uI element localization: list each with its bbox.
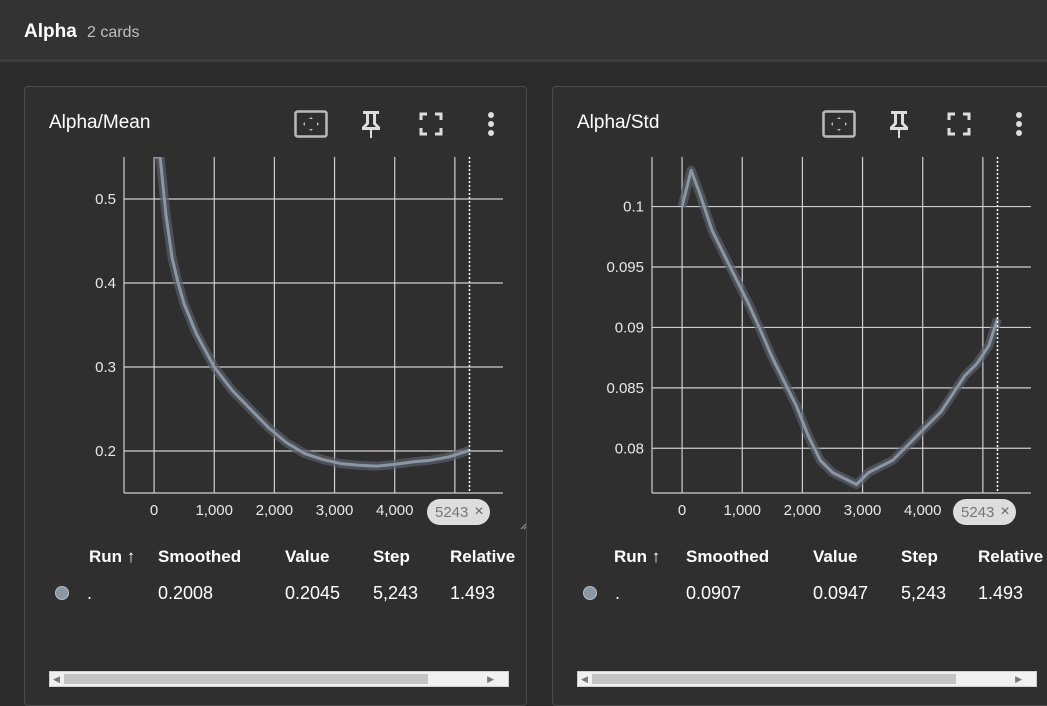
pin-icon bbox=[890, 111, 908, 138]
fit-domain-button[interactable] bbox=[294, 107, 328, 141]
pin-button[interactable] bbox=[882, 107, 916, 141]
fullscreen-icon bbox=[419, 112, 443, 136]
x-tick-label: 4,000 bbox=[376, 502, 414, 519]
scroll-left-icon[interactable]: ◀ bbox=[581, 672, 588, 686]
x-tick-label: 3,000 bbox=[316, 502, 354, 519]
scroll-right-icon[interactable]: ▶ bbox=[487, 672, 494, 686]
column-header-relative[interactable]: Relative bbox=[978, 547, 1043, 567]
column-header-step[interactable]: Step bbox=[373, 547, 410, 567]
data-table-header: Run ↑ Smoothed Value Step Relative bbox=[25, 547, 526, 569]
column-header-run[interactable]: Run ↑ bbox=[89, 547, 135, 567]
column-header-smoothed[interactable]: Smoothed bbox=[686, 547, 769, 567]
step-marker-badge[interactable]: 5243 × bbox=[953, 499, 1016, 525]
scalar-card-alpha-mean: Alpha/Mean 0.2 0.3 0.4 0.5 0 1,000 2,000 3,000 4… bbox=[24, 86, 527, 706]
cell-value: 0.0947 bbox=[813, 583, 869, 603]
x-tick-label: 3,000 bbox=[844, 502, 882, 519]
cell-step: 5,243 bbox=[373, 583, 419, 603]
scalar-card-alpha-std: Alpha/Std 0.08 0.085 0.09 0.095 0.1 0 1,000 2,0… bbox=[552, 86, 1047, 706]
group-title: Alpha bbox=[24, 21, 77, 42]
horizontal-scrollbar[interactable]: ◀ ▶ bbox=[577, 671, 1037, 687]
column-header-value[interactable]: Value bbox=[813, 547, 857, 567]
column-header-value[interactable]: Value bbox=[285, 547, 329, 567]
fullscreen-button[interactable] bbox=[942, 107, 976, 141]
x-tick-label: 2,000 bbox=[256, 502, 294, 519]
cell-value: 0.2045 bbox=[285, 583, 341, 603]
y-tick-label: 0.5 bbox=[95, 191, 116, 208]
cell-run: . bbox=[615, 583, 621, 603]
step-marker-label: 5243 bbox=[961, 503, 995, 521]
column-header-run[interactable]: Run ↑ bbox=[614, 547, 660, 567]
fit-domain-icon bbox=[822, 110, 856, 138]
y-tick-label: 0.09 bbox=[615, 319, 644, 336]
card-title: Alpha/Mean bbox=[49, 112, 151, 133]
more-vert-icon bbox=[488, 112, 494, 136]
fullscreen-button[interactable] bbox=[414, 107, 448, 141]
close-icon[interactable]: × bbox=[474, 503, 483, 521]
x-tick-label: 4,000 bbox=[904, 502, 942, 519]
horizontal-scrollbar[interactable]: ◀ ▶ bbox=[49, 671, 509, 687]
cell-smoothed: 0.2008 bbox=[158, 583, 214, 603]
run-color-swatch[interactable] bbox=[583, 586, 597, 600]
step-marker-label: 5243 bbox=[435, 503, 469, 521]
series-smoothed-line bbox=[154, 157, 470, 468]
group-card-count: 2 cards bbox=[87, 24, 140, 41]
data-table-header: Run ↑ Smoothed Value Step Relative bbox=[553, 547, 1047, 569]
pin-icon bbox=[362, 111, 380, 138]
scroll-right-icon[interactable]: ▶ bbox=[1015, 672, 1022, 686]
step-marker-badge[interactable]: 5243 × bbox=[427, 499, 490, 525]
cell-run: . bbox=[87, 583, 93, 603]
x-tick-label: 2,000 bbox=[784, 502, 822, 519]
line-chart[interactable]: 0.08 0.085 0.09 0.095 0.1 0 1,000 2,000 3,000 4,0… bbox=[553, 155, 1047, 535]
fullscreen-icon bbox=[947, 112, 971, 136]
scroll-left-icon[interactable]: ◀ bbox=[53, 672, 60, 686]
cell-step: 5,243 bbox=[901, 583, 947, 603]
y-tick-label: 0.085 bbox=[606, 380, 644, 397]
column-header-relative[interactable]: Relative bbox=[450, 547, 515, 567]
y-tick-label: 0.095 bbox=[606, 259, 644, 276]
group-header: Alpha 2 cards bbox=[0, 0, 1047, 62]
more-options-button[interactable] bbox=[1002, 107, 1036, 141]
table-row: . 0.0907 0.0947 5,243 1.493 bbox=[553, 583, 1047, 605]
scrollbar-thumb[interactable] bbox=[592, 674, 956, 684]
cell-relative: 1.493 bbox=[978, 583, 1024, 603]
x-tick-label: 0 bbox=[678, 502, 686, 519]
column-header-step[interactable]: Step bbox=[901, 547, 938, 567]
y-tick-label: 0.08 bbox=[615, 440, 644, 457]
x-tick-label: 0 bbox=[150, 502, 158, 519]
column-header-smoothed[interactable]: Smoothed bbox=[158, 547, 241, 567]
y-tick-label: 0.3 bbox=[95, 359, 116, 376]
resize-handle-icon[interactable] bbox=[520, 523, 527, 530]
more-options-button[interactable] bbox=[474, 107, 508, 141]
line-chart[interactable]: 0.2 0.3 0.4 0.5 0 1,000 2,000 3,000 4,000 bbox=[25, 155, 527, 535]
card-title: Alpha/Std bbox=[577, 112, 660, 133]
more-vert-icon bbox=[1016, 112, 1022, 136]
cell-smoothed: 0.0907 bbox=[686, 583, 742, 603]
fit-domain-icon bbox=[294, 110, 328, 138]
series-raw-line bbox=[154, 157, 471, 471]
x-tick-label: 1,000 bbox=[195, 502, 233, 519]
pin-button[interactable] bbox=[354, 107, 388, 141]
cell-relative: 1.493 bbox=[450, 583, 496, 603]
close-icon[interactable]: × bbox=[1000, 503, 1009, 521]
y-tick-label: 0.2 bbox=[95, 443, 116, 460]
x-tick-label: 1,000 bbox=[723, 502, 761, 519]
y-tick-label: 0.1 bbox=[623, 199, 644, 216]
scrollbar-thumb[interactable] bbox=[64, 674, 428, 684]
run-color-swatch[interactable] bbox=[55, 586, 69, 600]
table-row: . 0.2008 0.2045 5,243 1.493 bbox=[25, 583, 526, 605]
fit-domain-button[interactable] bbox=[822, 107, 856, 141]
y-tick-label: 0.4 bbox=[95, 275, 116, 292]
